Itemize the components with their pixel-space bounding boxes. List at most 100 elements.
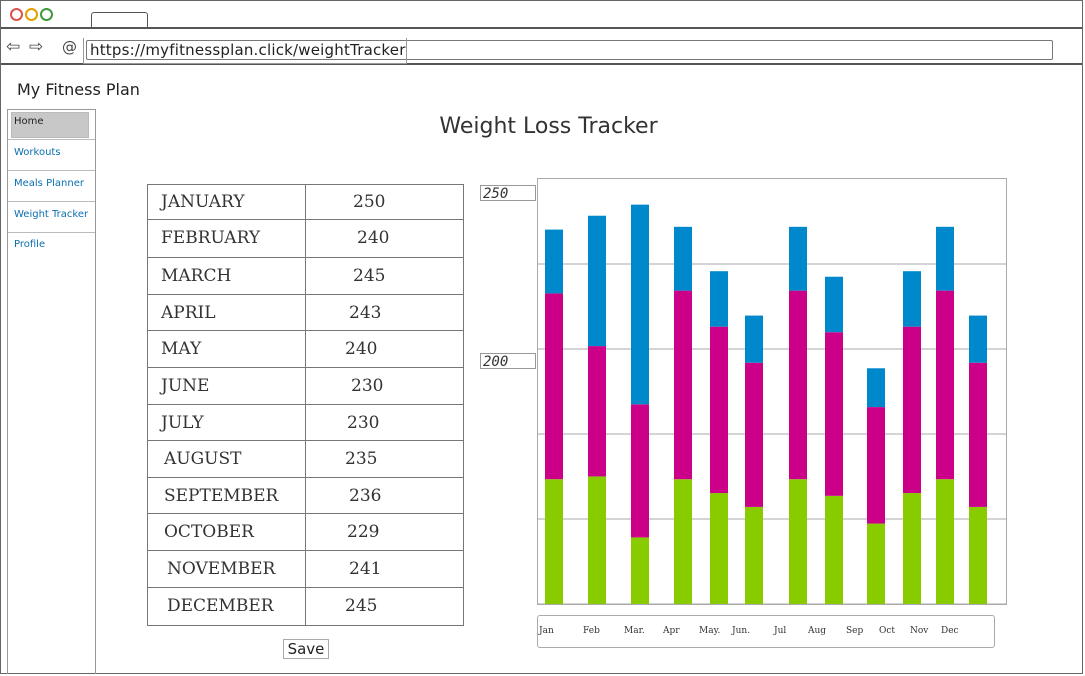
x-tick-label: Jan bbox=[539, 626, 554, 636]
reload-icon[interactable]: @ bbox=[62, 38, 77, 56]
bar-segment bbox=[903, 271, 921, 327]
bar-segment bbox=[789, 479, 807, 604]
app-title: My Fitness Plan bbox=[17, 80, 140, 99]
weight-cell[interactable]: 240 bbox=[357, 228, 389, 248]
bar-segment bbox=[745, 315, 763, 363]
bar-segment bbox=[674, 290, 692, 480]
sidebar-item-meals-planner[interactable]: Meals Planner bbox=[8, 172, 95, 202]
x-tick-label: May. bbox=[699, 626, 721, 636]
bar-segment bbox=[867, 523, 885, 604]
table-row: DECEMBER 245 bbox=[147, 588, 464, 626]
bar-segment bbox=[936, 226, 954, 291]
x-tick-label: Mar. bbox=[624, 626, 645, 636]
sidebar-item-workouts[interactable]: Workouts bbox=[8, 141, 95, 171]
weight-cell[interactable]: 250 bbox=[353, 192, 385, 212]
page-title: Weight Loss Tracker bbox=[439, 114, 658, 139]
month-cell: APRIL bbox=[161, 303, 216, 323]
month-cell: MARCH bbox=[161, 266, 232, 286]
stacked-bar-chart bbox=[537, 204, 1007, 605]
bar-segment bbox=[789, 226, 807, 291]
forward-arrow-icon[interactable]: ⇨ bbox=[29, 38, 43, 56]
month-cell: DECEMBER bbox=[167, 596, 274, 616]
bar-segment bbox=[825, 495, 843, 604]
back-arrow-icon[interactable]: ⇦ bbox=[6, 38, 20, 56]
save-button[interactable]: Save bbox=[283, 639, 329, 659]
minimize-window-icon[interactable] bbox=[25, 8, 38, 21]
bar-segment bbox=[710, 493, 728, 604]
x-tick-label: Aug bbox=[808, 626, 827, 636]
y-tick-label-200: 200 bbox=[480, 353, 536, 370]
table-row: NOVEMBER 241 bbox=[147, 551, 464, 588]
weight-cell[interactable]: 235 bbox=[345, 449, 377, 469]
weight-cell[interactable]: 240 bbox=[345, 339, 377, 359]
weight-cell[interactable]: 243 bbox=[349, 303, 381, 323]
bar-segment bbox=[825, 332, 843, 496]
maximize-window-icon[interactable] bbox=[40, 8, 53, 21]
bar-segment bbox=[867, 368, 885, 408]
bar-segment bbox=[867, 407, 885, 524]
x-tick-label: Feb bbox=[583, 626, 600, 636]
sidebar-item-weight-tracker[interactable]: Weight Tracker bbox=[8, 203, 95, 233]
weight-cell[interactable]: 245 bbox=[345, 596, 377, 616]
bar-segment bbox=[903, 326, 921, 494]
bar-segment bbox=[588, 215, 606, 347]
month-cell: JANUARY bbox=[161, 192, 245, 212]
bar-segment bbox=[745, 506, 763, 604]
bar-segment bbox=[825, 276, 843, 333]
bar-segment bbox=[588, 346, 606, 477]
bar-segment bbox=[674, 226, 692, 291]
bar-segment bbox=[969, 362, 987, 507]
bar-segment bbox=[545, 479, 563, 604]
bar-segment bbox=[969, 506, 987, 604]
browser-titlebar bbox=[1, 1, 1082, 29]
bar-segment bbox=[545, 293, 563, 480]
month-cell: OCTOBER bbox=[164, 522, 254, 542]
table-row: MARCH 245 bbox=[147, 258, 464, 295]
sidebar-item-profile[interactable]: Profile bbox=[8, 233, 95, 263]
table-row: JANUARY 250 bbox=[147, 184, 464, 220]
bar-segment bbox=[674, 479, 692, 604]
bar-segment bbox=[631, 537, 649, 604]
table-row: SEPTEMBER 236 bbox=[147, 478, 464, 514]
x-tick-label: Sep bbox=[846, 626, 864, 636]
month-cell: AUGUST bbox=[164, 449, 242, 469]
browser-tab[interactable] bbox=[91, 12, 148, 27]
weight-cell[interactable]: 245 bbox=[353, 266, 385, 286]
x-tick-label: Jul bbox=[774, 626, 787, 636]
url-text[interactable]: https://myfitnessplan.click/weightTracke… bbox=[90, 41, 406, 59]
bar-segment bbox=[745, 362, 763, 507]
close-window-icon[interactable] bbox=[10, 8, 23, 21]
y-tick-label-250: 250 bbox=[480, 185, 536, 202]
month-cell: JUNE bbox=[161, 376, 210, 396]
table-row: JUNE 230 bbox=[147, 368, 464, 405]
bar-segment bbox=[969, 315, 987, 363]
bar-segment bbox=[631, 204, 649, 405]
month-cell: NOVEMBER bbox=[167, 559, 276, 579]
table-row: MAY 240 bbox=[147, 331, 464, 368]
weight-cell[interactable]: 241 bbox=[349, 559, 381, 579]
x-tick-label: Jun. bbox=[732, 626, 751, 636]
month-cell: FEBRUARY bbox=[161, 228, 261, 248]
bar-segment bbox=[936, 290, 954, 480]
month-cell: SEPTEMBER bbox=[164, 486, 279, 506]
bar-segment bbox=[631, 404, 649, 538]
x-tick-label: Dec bbox=[941, 626, 959, 636]
weight-cell[interactable]: 229 bbox=[347, 522, 379, 542]
bar-segment bbox=[903, 493, 921, 604]
bar-segment bbox=[710, 326, 728, 494]
table-row: APRIL 243 bbox=[147, 295, 464, 331]
bar-segment bbox=[588, 476, 606, 604]
weight-cell[interactable]: 230 bbox=[347, 413, 379, 433]
month-cell: MAY bbox=[161, 339, 202, 359]
table-row: AUGUST 235 bbox=[147, 441, 464, 478]
bar-segment bbox=[789, 290, 807, 480]
bar-segment bbox=[710, 271, 728, 327]
weight-cell[interactable]: 236 bbox=[349, 486, 381, 506]
bar-segment bbox=[545, 229, 563, 294]
table-row: JULY 230 bbox=[147, 405, 464, 441]
weight-cell[interactable]: 230 bbox=[351, 376, 383, 396]
table-row: OCTOBER 229 bbox=[147, 514, 464, 551]
x-tick-label: Nov bbox=[910, 626, 929, 636]
table-row: FEBRUARY 240 bbox=[147, 220, 464, 258]
bar-segment bbox=[936, 479, 954, 604]
